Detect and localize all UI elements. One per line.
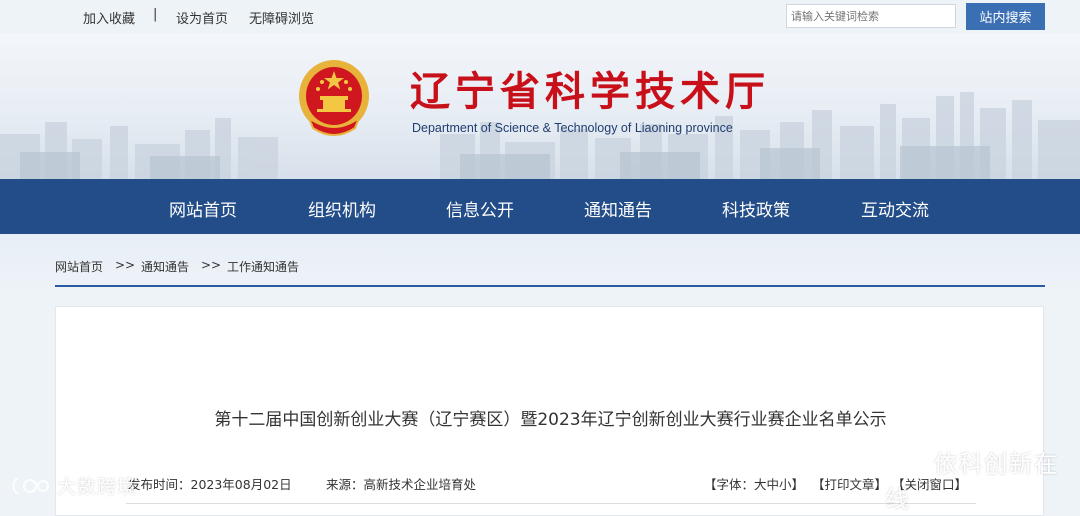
main-nav: 网站首页 组织机构 信息公开 通知通告 科技政策 互动交流: [0, 179, 1080, 234]
breadcrumb-work-notices[interactable]: 工作通知通告: [227, 258, 299, 275]
nav-item-home[interactable]: 网站首页: [158, 196, 248, 221]
nav-item-organization[interactable]: 组织机构: [297, 196, 387, 221]
nav-item-notices[interactable]: 通知通告: [573, 196, 663, 221]
nav-item-interaction[interactable]: 互动交流: [850, 196, 940, 221]
print-article-link[interactable]: 【打印文章】: [812, 474, 887, 493]
header-banner: 辽宁省科学技术厅 Department of Science & Technol…: [0, 34, 1080, 179]
site-subtitle: Department of Science & Technology of Li…: [412, 121, 733, 135]
wechat-icon: [887, 451, 922, 476]
watermark-left: 大数跨境: [10, 472, 137, 499]
article-source: 来源：高新技术企业培育处: [326, 477, 477, 492]
watermark-left-text: 大数跨境: [57, 476, 138, 498]
nav-item-policy[interactable]: 科技政策: [711, 196, 801, 221]
accessibility-link[interactable]: 无障碍浏览: [249, 8, 314, 27]
breadcrumb-separator: >>: [201, 258, 222, 272]
site-title: 辽宁省科学技术厅: [410, 68, 770, 115]
publish-time: 发布时间：2023年08月02日: [128, 477, 292, 492]
article-title: 第十二届中国创新创业大赛（辽宁赛区）暨2023年辽宁创新创业大赛行业赛企业名单公…: [214, 410, 887, 430]
top-bar: 加入收藏 | 设为首页 无障碍浏览 站内搜索: [0, 0, 1080, 34]
watermark-right: 依科创新在线: [885, 444, 1080, 514]
search-button[interactable]: 站内搜索: [966, 3, 1045, 30]
search-input[interactable]: [786, 4, 956, 28]
breadcrumb-notices[interactable]: 通知通告: [141, 258, 189, 275]
meta-divider: [126, 503, 976, 504]
breadcrumb: 网站首页 >> 通知通告 >> 工作通知通告: [0, 234, 1080, 290]
national-emblem-icon: [299, 60, 369, 136]
set-homepage-link[interactable]: 设为首页: [176, 8, 228, 27]
watermark-logo-icon: [12, 478, 49, 494]
top-separator: |: [153, 7, 158, 22]
add-favorite-link[interactable]: 加入收藏: [83, 8, 135, 27]
breadcrumb-divider: [55, 285, 1045, 287]
breadcrumb-separator: >>: [115, 258, 136, 272]
nav-item-information[interactable]: 信息公开: [435, 196, 525, 221]
breadcrumb-home[interactable]: 网站首页: [55, 258, 103, 275]
font-size-control[interactable]: 【字体：大中小】: [704, 474, 804, 493]
